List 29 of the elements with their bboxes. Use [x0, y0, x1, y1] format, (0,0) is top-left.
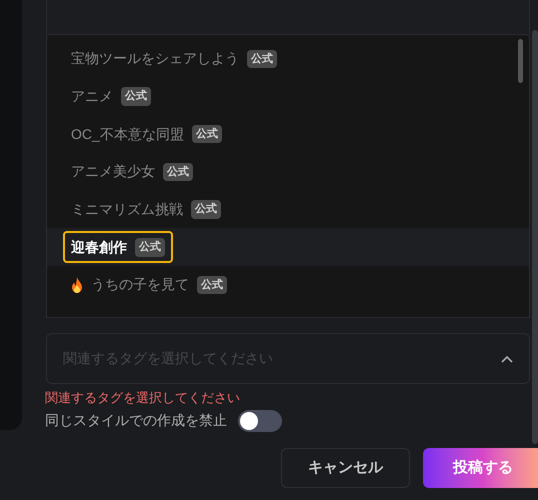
- tag-label: ミニマリズム挑戦: [71, 200, 183, 220]
- tag-option[interactable]: うちの子を見て 公式: [47, 266, 529, 304]
- tag-option[interactable]: 宝物ツールをシェアしよう 公式: [47, 40, 529, 78]
- tag-option[interactable]: アニメ美少女 公式: [47, 153, 529, 191]
- tag-label: アニメ: [71, 87, 113, 106]
- official-badge: 公式: [192, 124, 222, 144]
- tag-label: 宝物ツールをシェアしよう: [71, 49, 239, 68]
- tag-option[interactable]: OC_不本意な同盟 公式: [47, 115, 529, 154]
- official-badge: 公式: [197, 276, 227, 294]
- cancel-button[interactable]: キャンセル: [281, 448, 410, 488]
- official-badge: 公式: [191, 200, 221, 219]
- tag-option[interactable]: アニメ 公式: [47, 78, 529, 116]
- tag-label: OC_不本意な同盟: [71, 124, 184, 144]
- tag-label: 迎春創作: [71, 238, 127, 257]
- official-badge: 公式: [163, 162, 193, 182]
- scrollbar[interactable]: [532, 30, 538, 444]
- flame-icon: [71, 276, 83, 293]
- error-message: 関連するタグを選択してください: [45, 389, 241, 407]
- official-badge: 公式: [247, 50, 277, 68]
- tag-option[interactable]: ミニマリズム挑戦 公式: [47, 190, 529, 228]
- post-button[interactable]: 投稿する: [423, 448, 538, 488]
- official-badge: 公式: [135, 238, 165, 257]
- toggle-label: 同じスタイルでの作成を禁止: [45, 411, 227, 430]
- tag-label: アニメ美少女: [71, 162, 155, 182]
- scrollbar-thumb[interactable]: [518, 39, 523, 83]
- tag-option[interactable]: 迎春創作 公式: [47, 228, 529, 266]
- toggle-switch[interactable]: [238, 410, 282, 432]
- tag-label: うちの子を見て: [91, 275, 189, 294]
- official-badge: 公式: [121, 87, 151, 106]
